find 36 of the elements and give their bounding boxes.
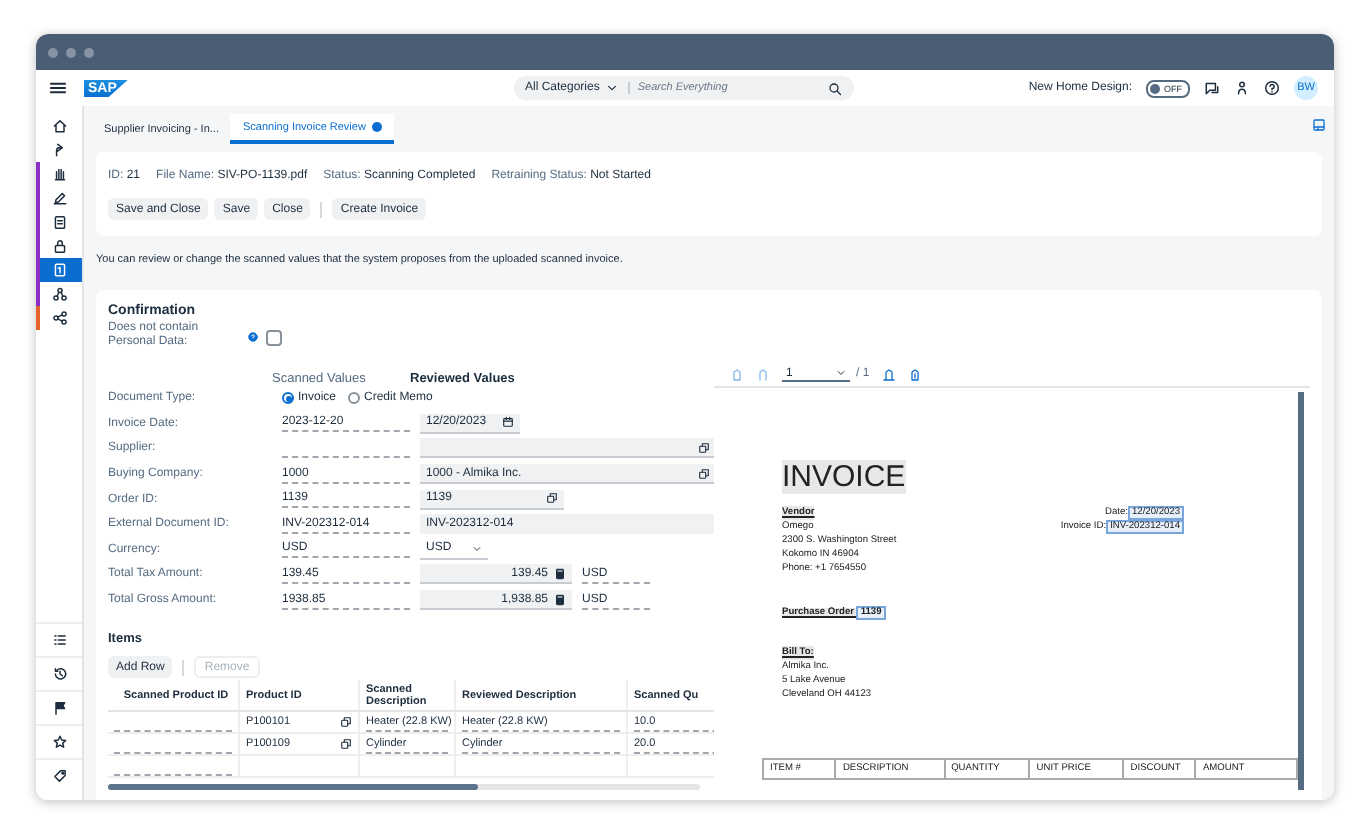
chevron-down-icon bbox=[472, 543, 482, 554]
flag-icon bbox=[51, 700, 67, 716]
scrollbar[interactable] bbox=[108, 784, 700, 791]
checkbox[interactable] bbox=[266, 330, 282, 346]
value-help-icon[interactable] bbox=[546, 492, 558, 505]
chevron-down-icon bbox=[836, 368, 846, 378]
value-help-icon[interactable] bbox=[698, 441, 710, 454]
history-icon bbox=[51, 666, 67, 682]
list-icon bbox=[51, 632, 67, 648]
arrow-icon bbox=[51, 142, 67, 158]
document-icon bbox=[51, 262, 67, 278]
value-help-icon[interactable] bbox=[698, 467, 710, 480]
search-icon[interactable] bbox=[827, 81, 841, 95]
chevron-down-icon bbox=[605, 82, 618, 94]
calculator-icon bbox=[554, 593, 566, 606]
document-title: INVOICE bbox=[782, 460, 906, 494]
calculator-icon bbox=[554, 567, 566, 580]
layout-icon[interactable] bbox=[1312, 118, 1326, 132]
home-icon bbox=[51, 118, 67, 134]
input-field[interactable] bbox=[420, 438, 714, 459]
pen-icon bbox=[51, 190, 67, 206]
close-icon[interactable] bbox=[371, 122, 382, 132]
people-icon[interactable] bbox=[1234, 80, 1250, 96]
star-icon bbox=[51, 734, 67, 750]
sidebar-item[interactable] bbox=[36, 258, 82, 282]
tag-icon bbox=[51, 768, 67, 784]
hierarchy-icon bbox=[51, 286, 67, 302]
value-help-icon[interactable] bbox=[340, 738, 352, 751]
chat-icon[interactable] bbox=[1204, 80, 1220, 96]
menu-icon[interactable] bbox=[48, 78, 68, 98]
help-icon[interactable] bbox=[1264, 80, 1280, 96]
share-icon bbox=[51, 310, 67, 326]
lock-icon bbox=[51, 238, 67, 254]
calendar-icon bbox=[502, 416, 514, 429]
value-help-icon[interactable] bbox=[340, 716, 352, 729]
clipboard-icon bbox=[51, 214, 67, 230]
